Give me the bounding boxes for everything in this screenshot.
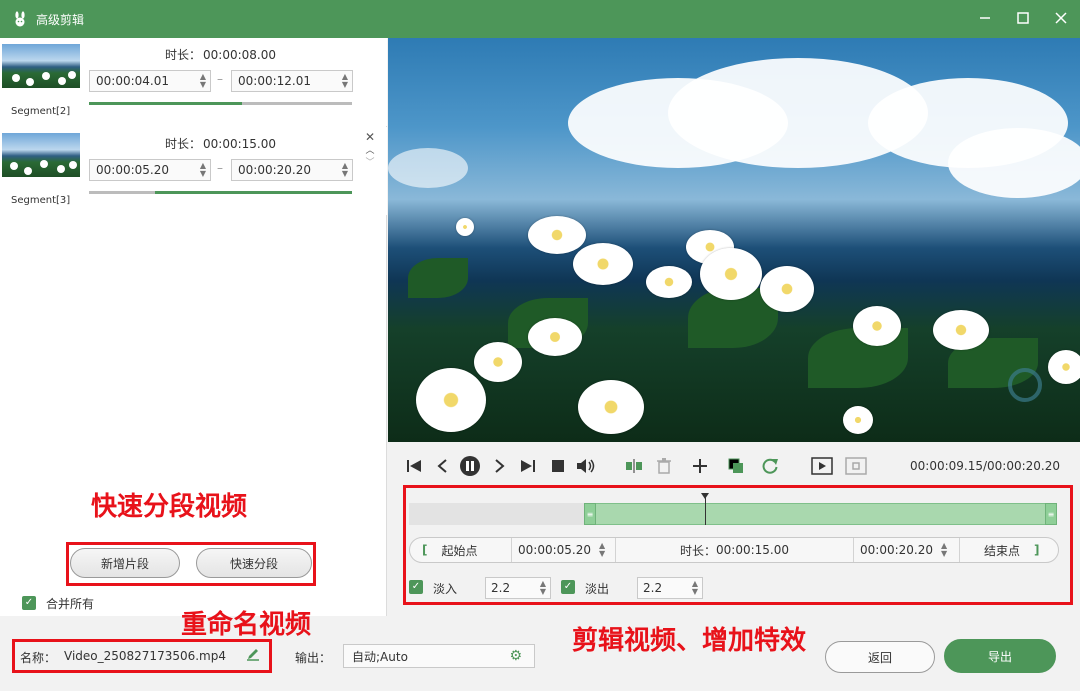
segment-start-input[interactable]: 00:00:05.20 ▲ ▼	[89, 159, 211, 181]
segment-start-input[interactable]: 00:00:04.01 ▲ ▼	[89, 70, 211, 92]
segment-item[interactable]: Segment[2] 时长： 00:00:08.00 00:00:04.01 ▲ ▼…	[0, 38, 387, 126]
segment-thumbnail	[2, 44, 80, 88]
step-forward-icon[interactable]	[488, 454, 512, 478]
watermark-icon	[1008, 368, 1042, 402]
stop-icon[interactable]	[546, 454, 570, 478]
split-icon[interactable]	[622, 454, 646, 478]
range-duration: 时长： 00:00:15.00	[616, 538, 854, 562]
spinner-icon[interactable]: ▲ ▼	[196, 71, 210, 91]
export-button[interactable]: 导出	[944, 639, 1056, 673]
segment-progress	[89, 191, 352, 194]
fade-out-input[interactable]: 2.2 ▲ ▼	[637, 577, 703, 599]
range-start-input[interactable]: 00:00:05.20 ▲ ▼	[512, 538, 616, 562]
timeline-selection[interactable]	[583, 503, 1057, 525]
move-down-icon[interactable]: ﹀	[365, 157, 374, 169]
volume-icon[interactable]	[574, 454, 598, 478]
pause-icon[interactable]	[458, 454, 482, 478]
set-start-button[interactable]: [起始点	[410, 538, 512, 562]
skip-end-icon[interactable]	[516, 454, 540, 478]
segment-end-input[interactable]: 00:00:20.20 ▲ ▼	[231, 159, 353, 181]
timeline-end-handle[interactable]: ≡	[1045, 503, 1057, 525]
maximize-button[interactable]	[1004, 0, 1042, 38]
reset-icon[interactable]	[758, 454, 782, 478]
segment-duration: 时长： 00:00:15.00	[165, 137, 276, 151]
add-segment-button[interactable]: 新增片段	[70, 548, 180, 578]
gear-icon[interactable]: ⚙	[509, 648, 522, 664]
segment-duration: 时长： 00:00:08.00	[165, 48, 276, 62]
back-button[interactable]: 返回	[825, 641, 935, 673]
output-label: 输出：	[295, 651, 332, 665]
minimize-button[interactable]	[966, 0, 1004, 38]
fade-in-input[interactable]: 2.2 ▲ ▼	[485, 577, 551, 599]
add-icon[interactable]	[688, 454, 712, 478]
segment-label: Segment[3]	[11, 195, 71, 206]
segment-thumbnail	[2, 133, 80, 177]
segment-label: Segment[2]	[11, 106, 71, 117]
skip-start-icon[interactable]	[402, 454, 426, 478]
fade-out-checkbox[interactable]: ✓	[561, 580, 575, 594]
output-format-select[interactable]: 自动;Auto ⚙	[343, 644, 535, 668]
play-selection-icon[interactable]	[810, 454, 834, 478]
copy-icon[interactable]	[724, 454, 748, 478]
merge-all-label: 合并所有	[46, 597, 95, 611]
close-button[interactable]	[1042, 0, 1080, 38]
range-end-input[interactable]: 00:00:20.20 ▲ ▼	[854, 538, 960, 562]
fade-in-checkbox[interactable]: ✓	[409, 580, 423, 594]
set-end-button[interactable]: 结束点]	[960, 538, 1058, 562]
spinner-icon[interactable]: ▲ ▼	[338, 71, 352, 91]
maximize-icon	[1017, 11, 1029, 27]
minimize-icon	[979, 12, 991, 27]
delete-segment-icon[interactable]: ✕	[365, 131, 375, 143]
name-label: 名称：	[20, 651, 57, 665]
segment-progress	[89, 102, 352, 105]
merge-all-checkbox[interactable]: ✓	[22, 596, 36, 610]
quick-split-button[interactable]: 快速分段	[196, 548, 312, 578]
title-bar: 高级剪辑	[0, 0, 1080, 38]
spinner-icon[interactable]: ▲ ▼	[196, 160, 210, 180]
segment-item[interactable]: Segment[3] 时长： 00:00:15.00 00:00:05.20 ▲ ▼…	[0, 127, 387, 215]
timeline-start-handle[interactable]: ≡	[583, 503, 596, 525]
close-icon	[1055, 11, 1067, 27]
annotation-quick-split: 快速分段视频	[91, 492, 248, 522]
spinner-icon[interactable]: ▲ ▼	[338, 160, 352, 180]
video-preview[interactable]	[388, 38, 1080, 442]
timeline-track[interactable]: ≡ ≡	[409, 493, 1057, 525]
move-up-icon[interactable]: ︿	[365, 145, 374, 157]
annotation-rename: 重命名视频	[181, 610, 312, 640]
spinner-icon[interactable]: ▲ ▼	[536, 580, 550, 596]
delete-icon[interactable]	[652, 454, 676, 478]
file-name-field[interactable]: Video_250827173506.mp4	[64, 649, 226, 663]
window-title: 高级剪辑	[36, 12, 85, 27]
playback-time: 00:00:09.15/00:00:20.20	[910, 459, 1060, 473]
playhead[interactable]	[701, 493, 710, 525]
step-back-icon[interactable]	[430, 454, 454, 478]
annotation-edit: 剪辑视频、增加特效	[572, 626, 807, 656]
rabbit-icon	[12, 11, 28, 27]
segment-list-panel: Segment[2] 时长： 00:00:08.00 00:00:04.01 ▲ ▼…	[0, 38, 387, 616]
snapshot-icon[interactable]	[844, 454, 868, 478]
edit-name-icon[interactable]	[246, 647, 260, 664]
segment-end-input[interactable]: 00:00:12.01 ▲ ▼	[231, 70, 353, 92]
range-bar: [起始点 00:00:05.20 ▲ ▼ 时长： 00:00:15.00 00:00…	[409, 537, 1059, 563]
spinner-icon[interactable]: ▲ ▼	[688, 580, 702, 596]
fade-out-label: 淡出	[585, 582, 610, 596]
fade-in-label: 淡入	[433, 582, 458, 596]
player-controls: 00:00:09.15/00:00:20.20	[388, 442, 1080, 490]
